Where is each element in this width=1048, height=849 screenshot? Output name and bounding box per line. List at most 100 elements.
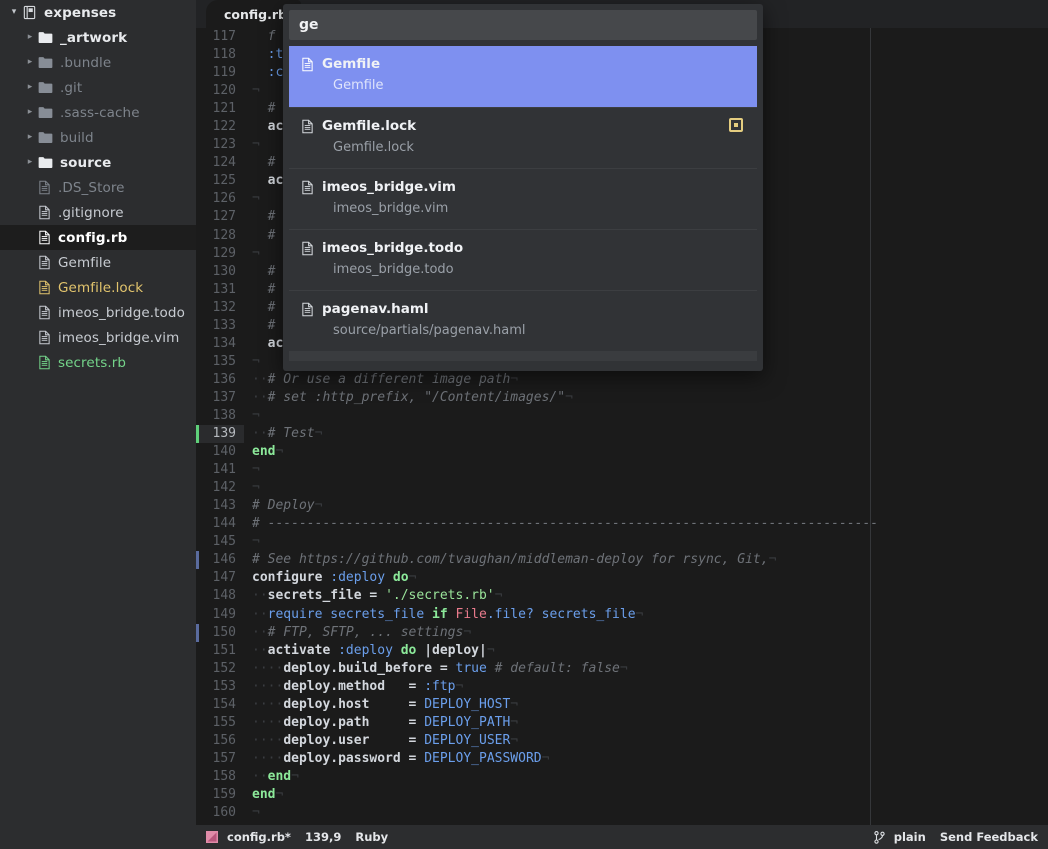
line-number[interactable]: 121 — [196, 100, 244, 118]
line-number[interactable]: 134 — [196, 335, 244, 353]
code-line[interactable]: 139 ··# Test¬ — [196, 425, 1048, 444]
line-number[interactable]: 133 — [196, 317, 244, 335]
line-number[interactable]: 127 — [196, 208, 244, 226]
code-line[interactable]: 146 # See https://github.com/tvaughan/mid… — [196, 551, 1048, 570]
chevron-right-icon[interactable]: ▸ — [22, 83, 38, 92]
line-number[interactable]: 144 — [196, 515, 244, 533]
fuzzy-finder-results[interactable]: Gemfile Gemfile Gemfile.lock Gemfile.lock im… — [289, 46, 757, 351]
code-line[interactable]: 150 ··# FTP, SFTP, ... settings¬ — [196, 623, 1048, 642]
code-line[interactable]: 159 end¬ — [196, 786, 1048, 804]
code-line[interactable]: 153 ····deploy.method = :ftp¬ — [196, 678, 1048, 696]
line-number[interactable]: 119 — [196, 64, 244, 82]
fuzzy-finder-result[interactable]: imeos_bridge.vim imeos_bridge.vim — [289, 168, 757, 229]
chevron-right-icon[interactable]: ▸ — [22, 108, 38, 117]
fuzzy-finder-input[interactable]: ge — [289, 10, 757, 40]
code-line[interactable]: 141 ¬ — [196, 461, 1048, 479]
send-feedback-link[interactable]: Send Feedback — [940, 830, 1038, 844]
tree-item-config-rb[interactable]: config.rb — [0, 225, 196, 250]
line-number[interactable]: 143 — [196, 497, 244, 515]
line-number[interactable]: 146 — [196, 551, 244, 569]
chevron-right-icon[interactable]: ▸ — [22, 158, 38, 167]
fuzzy-finder-overlay[interactable]: ge Gemfile Gemfile Gemfile.lock Gemfile.loc… — [283, 4, 763, 371]
chevron-right-icon[interactable]: ▸ — [22, 33, 38, 42]
tree-item-git[interactable]: ▸ .git — [0, 75, 196, 100]
line-number[interactable]: 147 — [196, 569, 244, 587]
tree-item-imeos-bridge-todo[interactable]: imeos_bridge.todo — [0, 300, 196, 325]
line-number[interactable]: 153 — [196, 678, 244, 696]
line-number[interactable]: 150 — [196, 624, 244, 642]
tree-item-gitignore[interactable]: .gitignore — [0, 200, 196, 225]
chevron-right-icon[interactable]: ▸ — [22, 133, 38, 142]
line-number[interactable]: 126 — [196, 190, 244, 208]
git-branch-icon[interactable] — [874, 830, 885, 844]
tree-item-gemfile[interactable]: Gemfile — [0, 250, 196, 275]
line-number[interactable]: 130 — [196, 263, 244, 281]
line-number[interactable]: 118 — [196, 46, 244, 64]
code-line[interactable]: 140 end¬ — [196, 443, 1048, 461]
line-number[interactable]: 148 — [196, 587, 244, 605]
status-filename[interactable]: config.rb* — [227, 830, 291, 844]
tree-item-artwork[interactable]: ▸ _artwork — [0, 25, 196, 50]
tree-item-ds-store[interactable]: .DS_Store — [0, 175, 196, 200]
line-number[interactable]: 158 — [196, 768, 244, 786]
code-line[interactable]: 145 ¬ — [196, 533, 1048, 551]
code-line[interactable]: 142 ¬ — [196, 479, 1048, 497]
code-line[interactable]: 136 ··# Or use a different image path¬ — [196, 371, 1048, 389]
line-number[interactable]: 128 — [196, 227, 244, 245]
line-number[interactable]: 120 — [196, 82, 244, 100]
line-number[interactable]: 123 — [196, 136, 244, 154]
line-number[interactable]: 149 — [196, 606, 244, 624]
tree-item-source[interactable]: ▸ source — [0, 150, 196, 175]
code-line[interactable]: 144 # -----------------------------------… — [196, 515, 1048, 533]
line-number[interactable]: 139 — [196, 425, 244, 444]
line-number[interactable]: 132 — [196, 299, 244, 317]
project-root-row[interactable]: ▾ expenses — [0, 0, 196, 25]
line-number[interactable]: 125 — [196, 172, 244, 190]
chevron-right-icon[interactable]: ▸ — [22, 58, 38, 67]
code-line[interactable]: 149 ··require secrets_file if File.file? … — [196, 606, 1048, 624]
line-number[interactable]: 155 — [196, 714, 244, 732]
code-line[interactable]: 155 ····deploy.path = DEPLOY_PATH¬ — [196, 714, 1048, 732]
line-number[interactable]: 142 — [196, 479, 244, 497]
tree-item-secrets-rb[interactable]: secrets.rb — [0, 350, 196, 375]
line-number[interactable]: 156 — [196, 732, 244, 750]
vim-mode-icon[interactable] — [206, 831, 218, 843]
fuzzy-finder-result[interactable]: imeos_bridge.todo imeos_bridge.todo — [289, 229, 757, 290]
tree-item-bundle[interactable]: ▸ .bundle — [0, 50, 196, 75]
line-number[interactable]: 160 — [196, 804, 244, 822]
line-number[interactable]: 129 — [196, 245, 244, 263]
line-number[interactable]: 145 — [196, 533, 244, 551]
line-number[interactable]: 124 — [196, 154, 244, 172]
code-line[interactable]: 143 # Deploy¬ — [196, 497, 1048, 515]
code-line[interactable]: 151 ··activate :deploy do |deploy|¬ — [196, 642, 1048, 660]
code-line[interactable]: 158 ··end¬ — [196, 768, 1048, 786]
status-branch-name[interactable]: plain — [894, 830, 926, 844]
code-line[interactable]: 154 ····deploy.host = DEPLOY_HOST¬ — [196, 696, 1048, 714]
tree-item-imeos-bridge-vim[interactable]: imeos_bridge.vim — [0, 325, 196, 350]
code-line[interactable]: 156 ····deploy.user = DEPLOY_USER¬ — [196, 732, 1048, 750]
status-cursor-position[interactable]: 139,9 — [305, 830, 341, 844]
line-number[interactable]: 135 — [196, 353, 244, 371]
line-number[interactable]: 157 — [196, 750, 244, 768]
tree-item-build[interactable]: ▸ build — [0, 125, 196, 150]
code-line[interactable]: 147 configure :deploy do¬ — [196, 569, 1048, 587]
code-line[interactable]: 138 ¬ — [196, 407, 1048, 425]
line-number[interactable]: 152 — [196, 660, 244, 678]
line-number[interactable]: 137 — [196, 389, 244, 407]
tree-item-gemfile-lock[interactable]: Gemfile.lock — [0, 275, 196, 300]
line-number[interactable]: 122 — [196, 118, 244, 136]
line-number[interactable]: 131 — [196, 281, 244, 299]
line-number[interactable]: 159 — [196, 786, 244, 804]
code-line[interactable]: 148 ··secrets_file = './secrets.rb'¬ — [196, 587, 1048, 605]
code-line[interactable]: 160 ¬ — [196, 804, 1048, 822]
sidebar-tree-view[interactable]: ▾ expenses ▸ _artwork ▸ .bundle ▸ .git ▸ .sass-… — [0, 0, 196, 849]
line-number[interactable]: 117 — [196, 28, 244, 46]
line-number[interactable]: 140 — [196, 443, 244, 461]
status-grammar[interactable]: Ruby — [355, 830, 388, 844]
code-line[interactable]: 157 ····deploy.password = DEPLOY_PASSWORD… — [196, 750, 1048, 768]
line-number[interactable]: 154 — [196, 696, 244, 714]
fuzzy-finder-result[interactable]: Gemfile Gemfile — [289, 46, 757, 107]
line-number[interactable]: 138 — [196, 407, 244, 425]
code-line[interactable]: 152 ····deploy.build_before = true # defa… — [196, 660, 1048, 678]
fuzzy-finder-result[interactable]: pagenav.haml source/partials/pagenav.haml — [289, 290, 757, 351]
